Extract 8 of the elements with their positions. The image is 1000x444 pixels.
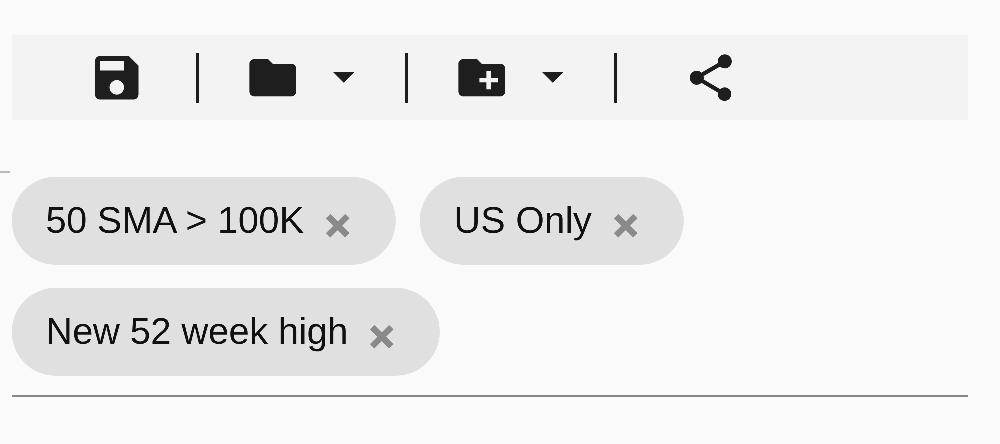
filter-label: 50 SMA > 100K: [46, 200, 304, 242]
caret-icon: [333, 72, 355, 83]
filter-label: New 52 week high: [46, 311, 348, 353]
close-icon[interactable]: [370, 325, 394, 349]
caret-icon: [542, 72, 564, 83]
close-icon[interactable]: [326, 214, 350, 238]
close-icon[interactable]: [614, 214, 638, 238]
filter-label: US Only: [454, 200, 592, 242]
